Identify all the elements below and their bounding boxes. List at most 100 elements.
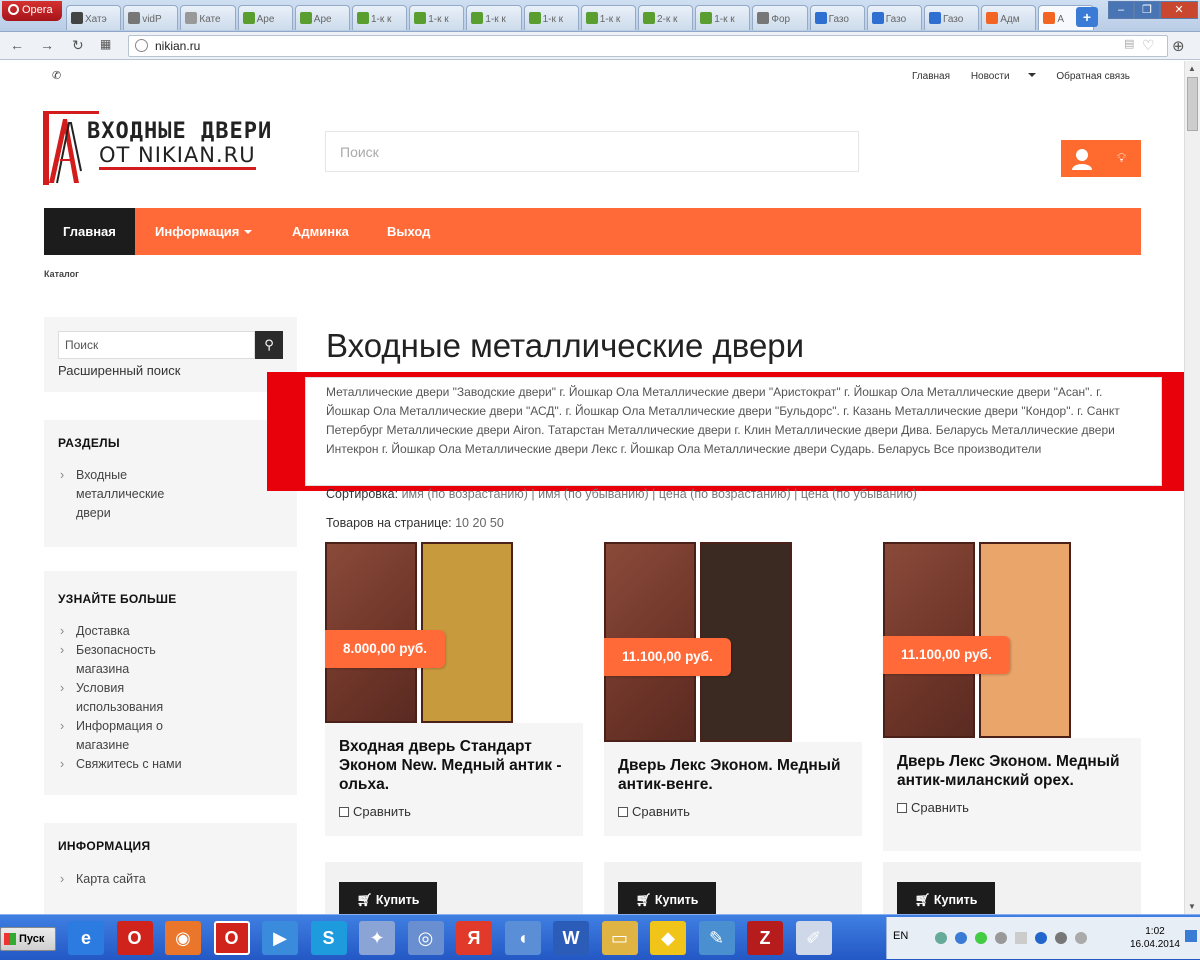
checkbox-icon[interactable] — [618, 807, 628, 817]
skype-icon[interactable]: S — [310, 921, 347, 955]
minimize-button[interactable]: – — [1108, 1, 1134, 19]
opera-icon[interactable]: O — [116, 921, 153, 955]
tray-antivirus-icon[interactable] — [975, 932, 987, 944]
browser-tab[interactable]: 1-к к — [352, 5, 408, 30]
firefox-icon[interactable]: ◉ — [165, 921, 201, 955]
buy-button[interactable]: 🛒︎ Купить — [339, 882, 437, 914]
notepad-icon[interactable]: ✐ — [795, 921, 832, 955]
product-card: 11.100,00 руб. Дверь Лекс Эконом. Медный … — [883, 61, 1141, 914]
forward-icon[interactable]: → — [40, 37, 54, 53]
filezilla-icon[interactable]: Z — [747, 921, 783, 955]
buy-label: Купить — [375, 893, 420, 907]
maximize-button[interactable]: ❐ — [1134, 1, 1160, 19]
sidebar-search-input[interactable]: Поиск — [58, 331, 255, 359]
ie-icon[interactable]: e — [68, 921, 104, 955]
yandex-icon[interactable]: Я — [456, 921, 492, 955]
show-desktop-icon[interactable] — [1185, 930, 1197, 942]
url-field[interactable]: nikian.ru — [128, 35, 1168, 57]
tray-skype-icon[interactable] — [1035, 932, 1047, 944]
close-window-button[interactable]: ✕ — [1160, 1, 1198, 19]
start-button[interactable]: Пуск — [0, 927, 56, 951]
browser-tab[interactable]: Газо — [809, 5, 865, 30]
checkbox-icon[interactable] — [339, 807, 349, 817]
logo-line2: ОТ NIKIAN.RU — [99, 143, 256, 170]
batman-icon[interactable]: ◆ — [650, 921, 686, 955]
clock-time: 1:02 — [1145, 926, 1165, 937]
media-player-icon[interactable]: ▶ — [262, 921, 298, 955]
tab-favicon-icon — [929, 12, 941, 24]
sidebar-more-link[interactable]: Безопасность магазина — [58, 641, 198, 679]
product-name[interactable]: Дверь Лекс Эконом. Медный антик-венге. — [618, 756, 848, 794]
new-tab-button[interactable]: + — [1076, 7, 1098, 27]
browser-tab[interactable]: Фор — [752, 5, 808, 30]
opera-active-icon[interactable]: O — [213, 921, 250, 955]
browser-tab[interactable]: 1-к к — [409, 5, 465, 30]
tab-label: 2-к к — [657, 14, 678, 25]
browser-tab[interactable]: vidP — [123, 5, 179, 30]
extensions-icon[interactable]: ⊕ — [1172, 37, 1185, 55]
language-indicator[interactable]: EN — [893, 930, 908, 942]
nav-home[interactable]: Главная — [44, 208, 135, 255]
word-icon[interactable]: W — [553, 921, 589, 955]
buy-button[interactable]: 🛒︎ Купить — [897, 882, 995, 914]
picasa-icon[interactable]: ◎ — [407, 921, 444, 955]
app-icon[interactable]: ✦ — [359, 921, 395, 955]
sidebar-more-link[interactable]: Условия использования — [58, 679, 198, 717]
tab-label: 1-к к — [542, 14, 564, 25]
advanced-search-link[interactable]: Расширенный поиск — [58, 363, 180, 378]
tray-update-icon[interactable] — [955, 932, 967, 944]
tray-device-icon[interactable] — [995, 932, 1007, 944]
buy-button[interactable]: 🛒︎ Купить — [618, 882, 716, 914]
breadcrumb[interactable]: Каталог — [44, 269, 79, 279]
scroll-up-icon[interactable]: ▲ — [1188, 64, 1196, 73]
url-text: nikian.ru — [155, 39, 201, 53]
back-icon[interactable]: ← — [10, 37, 24, 53]
sidebar-more-link[interactable]: Информация о магазине — [58, 717, 198, 755]
sidebar-section-link[interactable]: Входные металлические двери — [58, 466, 178, 523]
windows-logo-icon — [4, 933, 16, 945]
browser-tab[interactable]: Кате — [180, 5, 236, 30]
tray-monitor-icon[interactable] — [1055, 932, 1067, 944]
search-button[interactable]: ⚲ — [255, 331, 283, 359]
browser-tab[interactable]: Адм — [981, 5, 1037, 30]
tray-flag-icon[interactable] — [1015, 932, 1027, 944]
browser-tab[interactable]: Хатэ — [66, 5, 122, 30]
heart-icon[interactable]: ♡ — [1142, 37, 1155, 54]
volume-icon[interactable] — [1075, 932, 1087, 944]
browser-tab[interactable]: 1-к к — [695, 5, 751, 30]
sidebar-more-link[interactable]: Свяжитесь с нами — [58, 755, 198, 774]
feather-icon[interactable]: ✎ — [698, 921, 735, 955]
product-card: 11.100,00 руб. Дверь Лекс Эконом. Медный … — [604, 61, 862, 914]
browser-tab[interactable]: Газо — [924, 5, 980, 30]
browser-tab[interactable]: 2-к к — [638, 5, 694, 30]
speed-dial-icon[interactable]: ▦ — [100, 37, 111, 51]
address-bar: ← → ↻ ▦ nikian.ru ▤ ♡ ⊕ — [0, 32, 1200, 60]
sidebar-info-link[interactable]: Карта сайта — [58, 870, 278, 889]
browser-tab[interactable]: Аре — [237, 5, 293, 30]
compare-checkbox[interactable]: Сравнить — [339, 804, 569, 819]
product-name[interactable]: Входная дверь Стандарт Эконом New. Медны… — [339, 737, 569, 794]
scroll-down-icon[interactable]: ▼ — [1188, 902, 1196, 911]
opera-menu-button[interactable]: Opera — [2, 1, 62, 21]
scroll-thumb[interactable] — [1187, 77, 1198, 131]
clock[interactable]: 1:02 16.04.2014 — [1130, 925, 1180, 951]
browser-tab[interactable]: 1-к к — [580, 5, 636, 30]
speaker-icon[interactable]: ◖ — [504, 921, 541, 955]
compare-checkbox[interactable]: Сравнить — [618, 804, 848, 819]
nav-info[interactable]: Информация — [155, 208, 253, 255]
checkbox-icon[interactable] — [897, 803, 907, 813]
browser-tab[interactable]: 1-к к — [523, 5, 579, 30]
tray-network-icon[interactable] — [935, 932, 947, 944]
browser-tab[interactable]: 1-к к — [466, 5, 522, 30]
page-scrollbar[interactable]: ▲ ▼ — [1184, 61, 1200, 914]
sidebar-more-link[interactable]: Доставка — [58, 622, 198, 641]
folder-icon[interactable]: ▭ — [601, 921, 638, 955]
product-name[interactable]: Дверь Лекс Эконом. Медный антик-милански… — [897, 752, 1127, 790]
browser-tab[interactable]: Аре — [294, 5, 350, 30]
compare-checkbox[interactable]: Сравнить — [897, 800, 1127, 815]
rss-icon[interactable]: ▤ — [1124, 37, 1134, 50]
browser-tab[interactable]: Газо — [866, 5, 922, 30]
site-logo[interactable]: ВХОДНЫЕ ДВЕРИ ОТ NIKIAN.RU — [43, 111, 303, 187]
cart-icon: 🛒︎ — [635, 893, 655, 907]
reload-icon[interactable]: ↻ — [72, 37, 84, 54]
